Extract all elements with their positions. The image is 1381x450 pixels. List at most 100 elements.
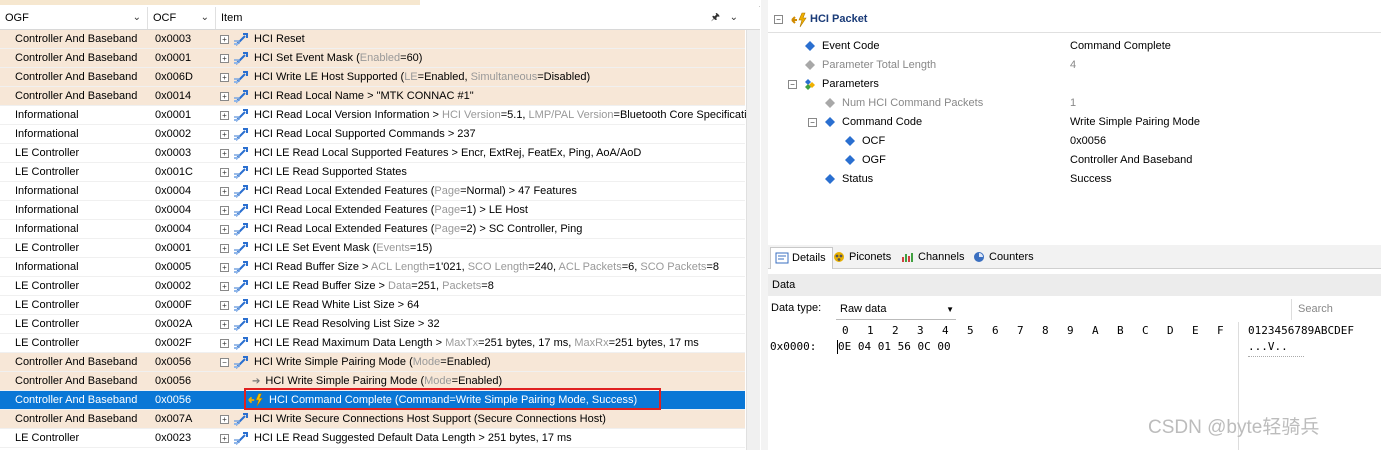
ascii-text[interactable]: ...V.. <box>1248 340 1288 353</box>
ogf-cell: Controller And Baseband <box>15 52 138 64</box>
piconets-icon <box>834 252 844 263</box>
table-row[interactable]: Informational 0x0002 + HCI Read Local Suppo… <box>0 125 745 144</box>
command-icon <box>234 90 248 103</box>
table-row[interactable]: Informational 0x0004 + HCI Read Local Exten… <box>0 201 745 220</box>
packet-field-row[interactable]: OCF 0x0056 <box>768 132 1381 151</box>
item-text: =251 bytes, 17 ms <box>608 337 699 349</box>
tab-label: Counters <box>989 251 1034 263</box>
expand-icon[interactable]: + <box>220 205 229 215</box>
expand-icon[interactable]: + <box>220 53 229 63</box>
packet-field-row[interactable]: Parameter Total Length 4 <box>768 56 1381 75</box>
table-row[interactable]: LE Controller 0x001C + HCI LE Read Supporte… <box>0 163 745 182</box>
table-row[interactable]: LE Controller 0x002F + HCI LE Read Maximum … <box>0 334 745 353</box>
table-row[interactable]: Informational 0x0001 + HCI Read Local Versi… <box>0 106 759 125</box>
expand-icon[interactable]: + <box>220 262 229 272</box>
expand-icon[interactable]: + <box>220 243 229 253</box>
table-row[interactable]: Controller And Baseband 0x0003 + HCI Reset <box>0 30 745 49</box>
table-row[interactable]: Informational 0x0004 + HCI Read Local Exten… <box>0 182 745 201</box>
expand-icon[interactable]: + <box>220 281 229 291</box>
item-cell: + HCI LE Read Suggested Default Data Leng… <box>220 429 572 448</box>
hex-column-label: D <box>1167 324 1174 337</box>
column-ogf[interactable]: OGF ⌄ <box>0 7 148 29</box>
table-row[interactable]: Informational 0x0005 + HCI Read Buffer Size… <box>0 258 745 277</box>
hex-bytes[interactable]: 0E 04 01 56 0C 00 <box>838 340 951 353</box>
column-ocf[interactable]: OCF ⌄ <box>148 7 216 29</box>
splitter[interactable] <box>761 0 768 450</box>
field-icon <box>805 41 815 51</box>
dropdown-arrow-icon[interactable]: ▼ <box>946 299 954 320</box>
command-icon <box>234 299 248 312</box>
expand-icon[interactable]: + <box>220 319 229 329</box>
expand-icon[interactable]: + <box>220 148 229 158</box>
ocf-cell: 0x0056 <box>155 394 192 406</box>
expand-icon[interactable]: + <box>220 129 229 139</box>
ogf-cell: Controller And Baseband <box>15 356 138 368</box>
command-icon <box>234 261 248 274</box>
expand-icon[interactable]: + <box>220 186 229 196</box>
hex-column-label: E <box>1192 324 1199 337</box>
table-row[interactable]: LE Controller 0x0002 + HCI LE Read Buffer S… <box>0 277 745 296</box>
tab-details[interactable]: Details <box>770 247 833 269</box>
item-text: SCO Packets <box>640 261 707 273</box>
item-text: LMP/PAL Version <box>528 109 614 121</box>
table-row[interactable]: Controller And Baseband 0x006D + HCI Write … <box>0 68 745 87</box>
item-text: HCI LE Set Event Mask ( <box>254 242 377 254</box>
packet-field-row[interactable]: − Command Code Write Simple Pairing Mode <box>768 113 1381 132</box>
item-cell: + HCI LE Read Local Supported Features > … <box>220 144 641 163</box>
collapse-icon[interactable]: − <box>808 118 817 127</box>
expand-icon[interactable]: + <box>220 300 229 310</box>
item-cell: + HCI Read Local Version Information > HC… <box>220 106 759 125</box>
ogf-cell: Controller And Baseband <box>15 394 138 406</box>
ogf-cell: LE Controller <box>15 242 80 254</box>
packet-field-row[interactable]: OGF Controller And Baseband <box>768 151 1381 170</box>
table-row[interactable]: LE Controller 0x002A + HCI LE Read Resolvin… <box>0 315 745 334</box>
tab-counters[interactable]: Counters <box>968 247 1040 269</box>
pin-icon[interactable]: 🖈 <box>711 7 720 29</box>
chevron-down-icon[interactable]: ⌄ <box>730 7 738 29</box>
ocf-cell: 0x0056 <box>155 356 192 368</box>
column-item[interactable]: Item 🖈 ⌄ <box>216 7 744 29</box>
collapse-icon[interactable]: − <box>220 357 229 367</box>
expand-icon[interactable]: + <box>220 110 229 120</box>
tab-piconets[interactable]: Piconets <box>828 247 897 269</box>
table-row[interactable]: Controller And Baseband 0x0014 + HCI Read L… <box>0 87 745 106</box>
event-icon <box>791 12 807 28</box>
chevron-down-icon[interactable]: ⌄ <box>133 7 141 29</box>
chevron-down-icon[interactable]: ⌄ <box>201 7 209 29</box>
item-text: HCI LE Read Local Supported Features > E… <box>254 147 642 159</box>
expand-icon[interactable]: + <box>220 167 229 177</box>
field-label: OGF <box>862 154 886 166</box>
expand-icon[interactable]: + <box>220 34 229 44</box>
packet-field-row[interactable]: Status Success <box>768 170 1381 189</box>
item-cell: + HCI Set Event Mask (Enabled=60) <box>220 49 422 68</box>
collapse-icon[interactable]: − <box>788 80 797 89</box>
packet-field-row[interactable]: − Parameters <box>768 75 1381 94</box>
table-row[interactable]: LE Controller 0x0023 + HCI LE Read Suggeste… <box>0 429 745 448</box>
item-cell: + HCI LE Read Supported States <box>220 163 407 182</box>
packet-field-row[interactable]: Event Code Command Complete <box>768 37 1381 56</box>
vertical-scrollbar[interactable] <box>746 30 760 450</box>
expand-icon[interactable]: + <box>220 433 229 443</box>
field-value: 0x0056 <box>1070 135 1107 147</box>
search-input[interactable]: Search <box>1291 299 1381 320</box>
tab-channels[interactable]: Channels <box>897 247 970 269</box>
table-row[interactable]: Controller And Baseband 0x007A + HCI Write … <box>0 410 745 429</box>
table-row[interactable]: Informational 0x0004 + HCI Read Local Exten… <box>0 220 745 239</box>
expand-icon[interactable]: + <box>220 414 229 424</box>
table-row[interactable]: LE Controller 0x0003 + HCI LE Read Local Su… <box>0 144 745 163</box>
table-row[interactable]: Controller And Baseband 0x0001 + HCI Set Ev… <box>0 49 745 68</box>
table-row[interactable]: LE Controller 0x0001 + HCI LE Set Event Mas… <box>0 239 745 258</box>
expand-icon[interactable]: + <box>220 338 229 348</box>
expand-icon[interactable]: + <box>220 224 229 234</box>
data-type-select[interactable]: Raw data ▼ <box>836 299 956 320</box>
item-text: HCI Read Local Extended Features ( <box>254 204 435 216</box>
packet-field-row[interactable]: Num HCI Command Packets 1 <box>768 94 1381 113</box>
table-row[interactable]: LE Controller 0x000F + HCI LE Read White Li… <box>0 296 745 315</box>
expand-icon[interactable]: + <box>220 72 229 82</box>
packet-title-row[interactable]: − HCI Packet <box>768 8 1381 33</box>
collapse-icon[interactable]: − <box>774 15 783 24</box>
item-cell: + HCI Read Local Extended Features (Page=… <box>220 182 577 201</box>
table-row[interactable]: Controller And Baseband 0x0056 − HCI Write … <box>0 353 745 372</box>
item-cell: + HCI LE Read Resolving List Size > 32 <box>220 315 440 334</box>
expand-icon[interactable]: + <box>220 91 229 101</box>
